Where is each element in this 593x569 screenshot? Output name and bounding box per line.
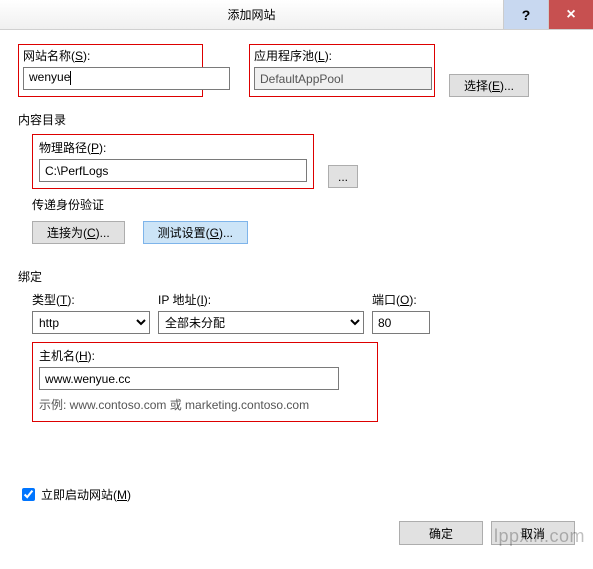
- hostname-example: 示例: www.contoso.com 或 marketing.contoso.…: [39, 396, 371, 413]
- site-name-group: 网站名称(S): wenyue: [18, 44, 203, 97]
- content-directory-label: 内容目录: [18, 111, 575, 128]
- type-select[interactable]: http: [32, 311, 150, 334]
- close-button[interactable]: ×: [548, 0, 593, 29]
- start-immediately-label[interactable]: 立即启动网站(M): [41, 486, 131, 503]
- type-group: 类型(T): http: [32, 291, 150, 334]
- window-title: 添加网站: [0, 6, 503, 23]
- connect-as-button[interactable]: 连接为(C)...: [32, 221, 125, 244]
- top-row: 网站名称(S): wenyue 应用程序池(L): 选择(E)...: [18, 44, 575, 97]
- site-name-label: 网站名称(S):: [23, 47, 198, 64]
- app-pool-label: 应用程序池(L):: [254, 47, 430, 64]
- help-button[interactable]: ?: [503, 0, 548, 29]
- hostname-input[interactable]: [39, 367, 339, 390]
- port-group: 端口(O):: [372, 291, 430, 334]
- titlebar: 添加网站 ? ×: [0, 0, 593, 30]
- ip-label: IP 地址(I):: [158, 291, 364, 308]
- app-pool-input: [254, 67, 432, 90]
- titlebar-buttons: ? ×: [503, 0, 593, 29]
- binding-section: 类型(T): http IP 地址(I): 全部未分配 端口(O):: [32, 291, 575, 422]
- binding-row: 类型(T): http IP 地址(I): 全部未分配 端口(O):: [32, 291, 575, 334]
- browse-button[interactable]: ...: [328, 165, 358, 188]
- site-name-input[interactable]: wenyue: [23, 67, 230, 90]
- port-label: 端口(O):: [372, 291, 430, 308]
- physical-path-group: 物理路径(P):: [32, 134, 314, 189]
- ip-select[interactable]: 全部未分配: [158, 311, 364, 334]
- physical-path-input[interactable]: [39, 159, 307, 182]
- start-immediately-row: 立即启动网站(M): [22, 486, 575, 503]
- ok-button[interactable]: 确定: [399, 521, 483, 545]
- content-directory-section: 物理路径(P): ... 传递身份验证 连接为(C)... 测试设置(G)...: [32, 134, 575, 244]
- port-input[interactable]: [372, 311, 430, 334]
- passthrough-label: 传递身份验证: [32, 196, 575, 213]
- app-pool-group: 应用程序池(L):: [249, 44, 435, 97]
- type-label: 类型(T):: [32, 291, 150, 308]
- physical-path-label: 物理路径(P):: [39, 139, 307, 156]
- test-settings-button[interactable]: 测试设置(G)...: [143, 221, 248, 244]
- start-immediately-checkbox[interactable]: [22, 488, 35, 501]
- dialog-footer: 确定 取消: [0, 511, 593, 555]
- ip-group: IP 地址(I): 全部未分配: [158, 291, 364, 334]
- binding-label: 绑定: [18, 268, 575, 285]
- hostname-group: 主机名(H): 示例: www.contoso.com 或 marketing.…: [32, 342, 378, 422]
- dialog-content: 网站名称(S): wenyue 应用程序池(L): 选择(E)... 内容目录 …: [0, 30, 593, 511]
- hostname-label: 主机名(H):: [39, 347, 371, 364]
- select-app-pool-button[interactable]: 选择(E)...: [449, 74, 529, 97]
- cancel-button[interactable]: 取消: [491, 521, 575, 545]
